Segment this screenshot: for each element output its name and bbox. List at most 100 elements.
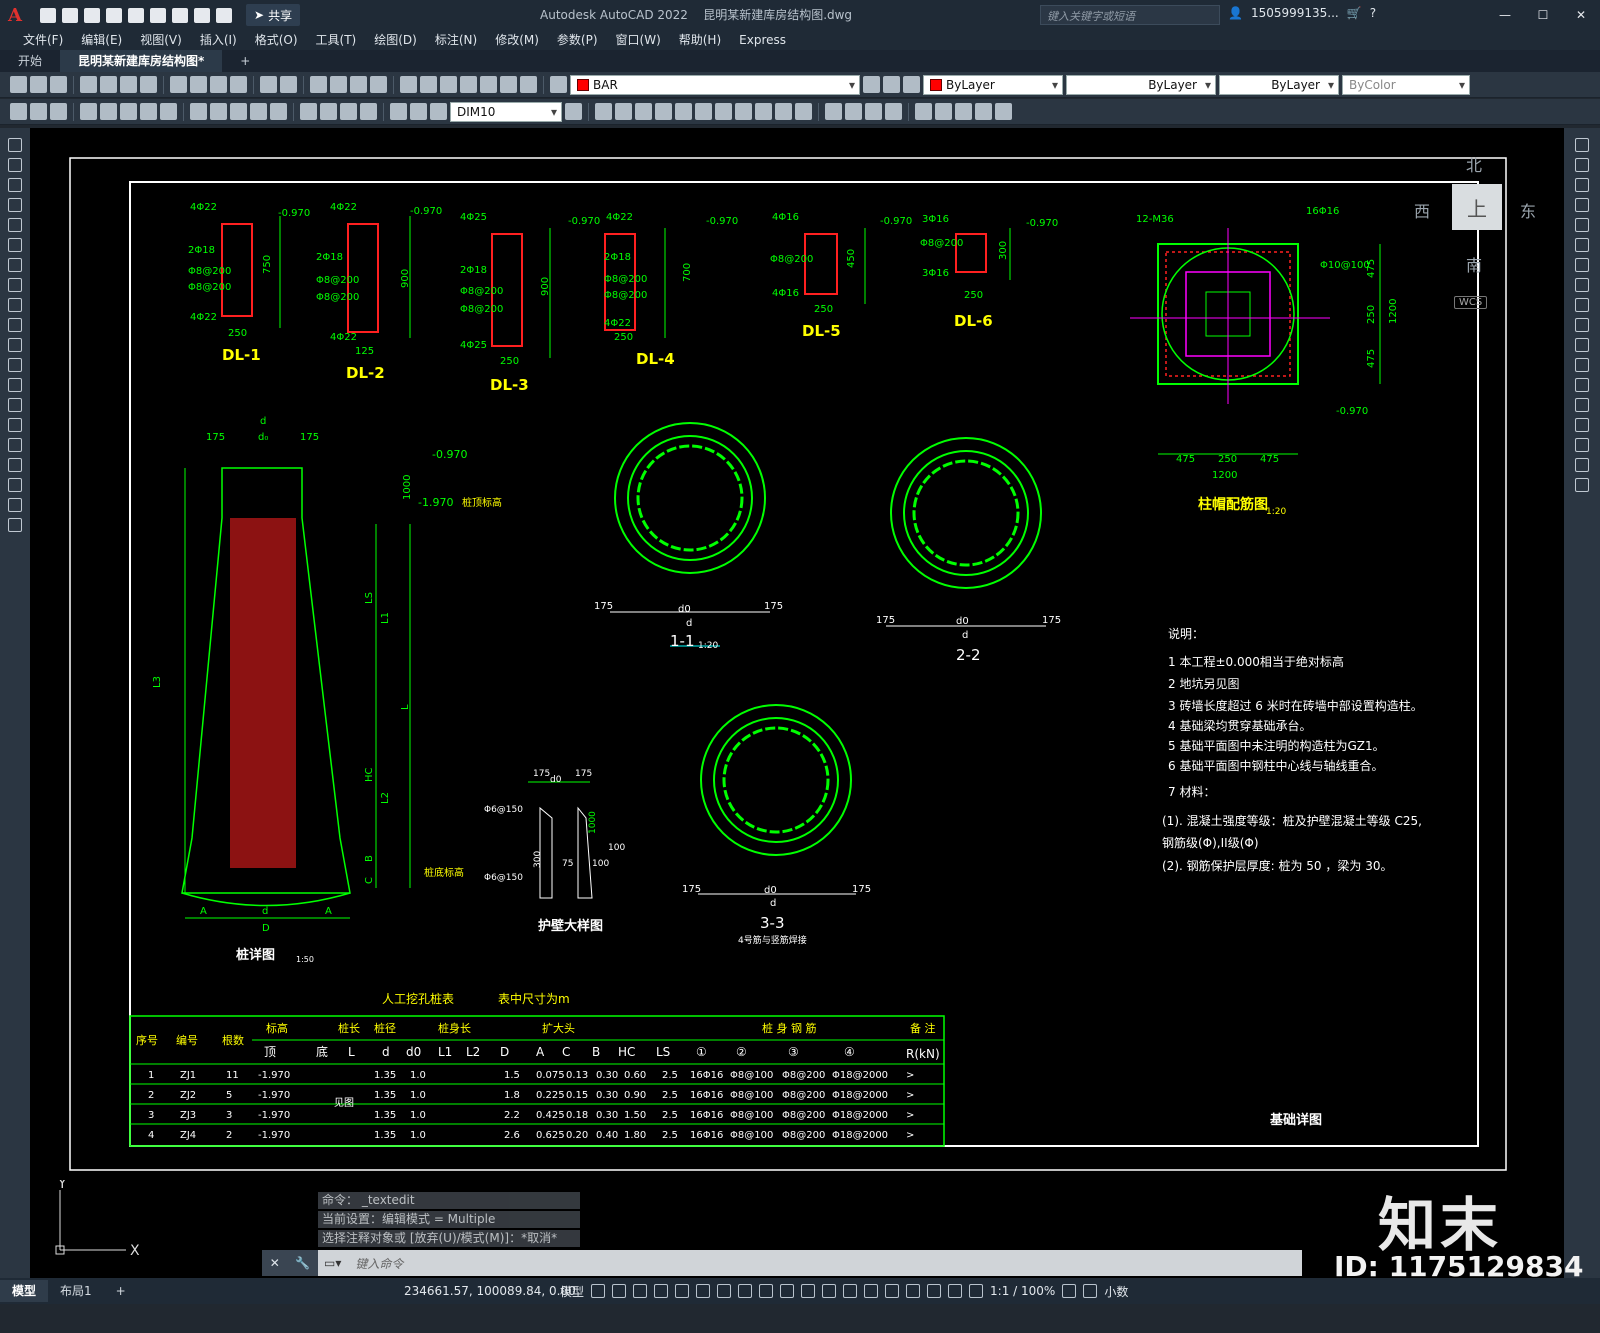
scale-icon[interactable] <box>735 103 752 120</box>
gradient-icon[interactable] <box>8 438 22 452</box>
paste-icon[interactable] <box>210 76 227 93</box>
menu-parametric[interactable]: 参数(P) <box>548 30 607 50</box>
autocad-logo-icon[interactable]: A <box>0 0 30 30</box>
mirror-icon[interactable] <box>635 103 652 120</box>
tool-palettes-icon[interactable] <box>440 76 457 93</box>
command-line[interactable]: ✕ 🔧 ▭▾ 键入命令 <box>262 1250 1302 1276</box>
ellipse-arc-icon[interactable] <box>8 338 22 352</box>
command-input[interactable]: 键入命令 <box>347 1255 1302 1272</box>
rotate-icon[interactable] <box>1575 258 1589 272</box>
bring-dim-front-icon[interactable] <box>935 103 952 120</box>
offset-icon[interactable] <box>1575 198 1589 212</box>
help-icon[interactable] <box>520 76 537 93</box>
zoom-previous-icon[interactable] <box>370 76 387 93</box>
mirror-icon[interactable] <box>1575 178 1589 192</box>
zoom-realtime-icon[interactable] <box>330 76 347 93</box>
erase-icon[interactable] <box>595 103 612 120</box>
mtext-icon[interactable] <box>8 498 22 512</box>
redo-icon[interactable] <box>216 7 232 23</box>
make-current-icon[interactable] <box>863 76 880 93</box>
layer-previous-icon[interactable] <box>883 76 900 93</box>
dynamic-input-icon[interactable] <box>654 1284 669 1298</box>
user-name[interactable]: 1505999135... <box>1251 6 1339 20</box>
user-area[interactable]: 👤 1505999135... 🛒? <box>1228 6 1376 20</box>
web-open-icon[interactable] <box>128 7 144 23</box>
menu-tools[interactable]: 工具(T) <box>307 30 366 50</box>
lineweight-dropdown[interactable]: ByLayer <box>1219 74 1339 95</box>
customize-icon[interactable]: 🔧 <box>295 1256 310 1270</box>
insert-block-icon[interactable] <box>8 358 22 372</box>
tab-start[interactable]: 开始 <box>0 50 60 72</box>
extend-icon[interactable] <box>1575 338 1589 352</box>
command-prompt-icon[interactable]: ▭▾ <box>318 1256 347 1270</box>
menu-window[interactable]: 窗口(W) <box>607 30 670 50</box>
object-snap-tracking-icon[interactable] <box>738 1284 753 1298</box>
markup-icon[interactable] <box>480 76 497 93</box>
join-icon[interactable] <box>1575 398 1589 412</box>
stretch-icon[interactable] <box>755 103 772 120</box>
menu-draw[interactable]: 绘图(D) <box>365 30 426 50</box>
offset-icon[interactable] <box>655 103 672 120</box>
menu-view[interactable]: 视图(V) <box>131 30 191 50</box>
plotstyle-dropdown[interactable]: ByColor <box>1342 74 1470 95</box>
match-properties-icon[interactable] <box>230 76 247 93</box>
3d-osnap-icon[interactable] <box>843 1284 858 1298</box>
workspace-gear-icon[interactable] <box>1062 1284 1077 1298</box>
dim-space-icon[interactable] <box>250 103 267 120</box>
calculator-icon[interactable] <box>500 76 517 93</box>
annotation-scale[interactable]: 1:1 / 100% <box>990 1284 1055 1298</box>
diameter-icon[interactable] <box>140 103 157 120</box>
help-icon[interactable]: ? <box>1370 6 1376 20</box>
menu-modify[interactable]: 修改(M) <box>486 30 548 50</box>
ellipse-icon[interactable] <box>8 318 22 332</box>
transparency-icon[interactable] <box>801 1284 816 1298</box>
menu-insert[interactable]: 插入(I) <box>191 30 246 50</box>
move-icon[interactable] <box>1575 238 1589 252</box>
grid-icon[interactable] <box>591 1284 606 1298</box>
hatch-icon[interactable] <box>8 418 22 432</box>
trim-icon[interactable] <box>775 103 792 120</box>
polygon-icon[interactable] <box>8 198 22 212</box>
redo-icon[interactable] <box>280 76 297 93</box>
drawing-canvas[interactable]: 4Φ22 2Φ18 Φ8@200 Φ8@200 4Φ22 250 750 -0.… <box>30 128 1564 1278</box>
angular-icon[interactable] <box>160 103 177 120</box>
minimize-icon[interactable]: — <box>1486 0 1524 30</box>
cart-icon[interactable]: 🛒 <box>1347 6 1362 20</box>
pan-icon[interactable] <box>310 76 327 93</box>
menu-edit[interactable]: 编辑(E) <box>72 30 131 50</box>
annotation-visibility-icon[interactable] <box>927 1284 942 1298</box>
ordinate-icon[interactable] <box>80 103 97 120</box>
isodraft-icon[interactable] <box>717 1284 732 1298</box>
line-icon[interactable] <box>8 138 22 152</box>
selection-filter-icon[interactable] <box>885 1284 900 1298</box>
arc-length-icon[interactable] <box>50 103 67 120</box>
quick-dim-icon[interactable] <box>190 103 207 120</box>
linear-dim-icon[interactable] <box>10 103 27 120</box>
baseline-icon[interactable] <box>210 103 227 120</box>
draworder-below-icon[interactable] <box>885 103 902 120</box>
trim-icon[interactable] <box>1575 318 1589 332</box>
menu-file[interactable]: 文件(F) <box>14 30 72 50</box>
copy-object-icon[interactable] <box>615 103 632 120</box>
object-snap-icon[interactable] <box>759 1284 774 1298</box>
layer-properties-icon[interactable] <box>550 76 567 93</box>
aligned-dim-icon[interactable] <box>30 103 47 120</box>
menu-help[interactable]: 帮助(H) <box>670 30 730 50</box>
copy-icon[interactable] <box>1575 158 1589 172</box>
print-icon[interactable] <box>80 76 97 93</box>
all-annotations-front-icon[interactable] <box>975 103 992 120</box>
polyline-icon[interactable] <box>8 178 22 192</box>
share-button[interactable]: ➤ 共享 <box>246 4 301 26</box>
lines-front-icon[interactable] <box>995 103 1012 120</box>
snap-icon[interactable] <box>612 1284 627 1298</box>
jogged-icon[interactable] <box>120 103 137 120</box>
revision-cloud-icon[interactable] <box>8 278 22 292</box>
arc-icon[interactable] <box>8 238 22 252</box>
undo-icon[interactable] <box>260 76 277 93</box>
break-icon[interactable] <box>1575 378 1589 392</box>
break-at-point-icon[interactable] <box>1575 358 1589 372</box>
selection-cycling-icon[interactable] <box>822 1284 837 1298</box>
wcs-menu[interactable]: WCS <box>1454 296 1488 309</box>
open-icon[interactable] <box>30 76 47 93</box>
make-block-icon[interactable] <box>8 378 22 392</box>
